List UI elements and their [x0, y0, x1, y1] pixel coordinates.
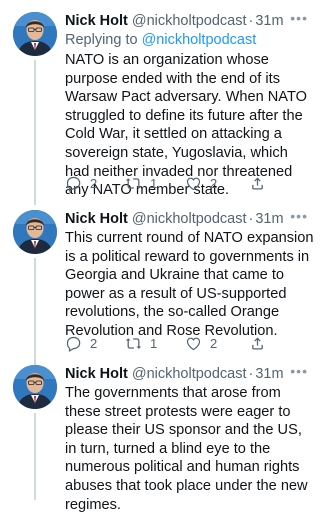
like-button[interactable]: 2	[185, 175, 245, 192]
action-bar: 2 1 2	[65, 335, 266, 352]
share-icon	[249, 335, 266, 352]
timestamp[interactable]: 31m	[255, 12, 283, 30]
retweet-icon	[125, 335, 142, 352]
timestamp[interactable]: 31m	[255, 365, 283, 383]
action-bar: 2 1 2	[65, 175, 266, 192]
heart-icon	[185, 175, 202, 192]
tweet-3[interactable]: Nick Holt @nickholtpodcast · 31m ••• The…	[0, 360, 322, 513]
avatar[interactable]	[13, 12, 57, 56]
retweet-button[interactable]: 1	[125, 335, 185, 352]
more-icon[interactable]: •••	[290, 208, 308, 224]
author-name[interactable]: Nick Holt	[65, 365, 128, 383]
more-icon[interactable]: •••	[290, 363, 308, 379]
retweet-icon	[125, 175, 142, 192]
like-count: 2	[210, 336, 218, 351]
separator-dot: ·	[248, 366, 254, 382]
thread-line	[34, 413, 36, 500]
separator-dot: ·	[248, 13, 254, 29]
author-name[interactable]: Nick Holt	[65, 12, 128, 30]
share-button[interactable]	[249, 175, 266, 192]
reply-count: 2	[90, 176, 98, 191]
reply-icon	[65, 335, 82, 352]
like-count: 2	[210, 176, 218, 191]
author-name[interactable]: Nick Holt	[65, 210, 128, 228]
author-handle[interactable]: @nickholtpodcast	[132, 365, 247, 383]
thread-line	[34, 60, 36, 205]
author-handle[interactable]: @nickholtpodcast	[132, 12, 247, 30]
timestamp[interactable]: 31m	[255, 210, 283, 228]
reply-button[interactable]: 2	[65, 335, 125, 352]
replying-to: Replying to @nickholtpodcast	[65, 31, 314, 50]
replying-prefix: Replying to	[65, 32, 142, 48]
more-icon[interactable]: •••	[290, 10, 308, 26]
retweet-count: 1	[150, 336, 158, 351]
tweet-1[interactable]: Nick Holt @nickholtpodcast · 31m ••• Rep…	[0, 0, 322, 205]
avatar[interactable]	[13, 365, 57, 409]
share-icon	[249, 175, 266, 192]
avatar[interactable]	[13, 210, 57, 254]
reply-button[interactable]: 2	[65, 175, 125, 192]
replying-to-link[interactable]: @nickholtpodcast	[142, 32, 257, 48]
thread-line	[34, 258, 36, 365]
author-handle[interactable]: @nickholtpodcast	[132, 210, 247, 228]
tweet-text: The governments that arose from these st…	[65, 385, 308, 513]
retweet-button[interactable]: 1	[125, 175, 185, 192]
share-button[interactable]	[249, 335, 266, 352]
reply-count: 2	[90, 336, 98, 351]
tweet-2[interactable]: Nick Holt @nickholtpodcast · 31m ••• Thi…	[0, 205, 322, 365]
like-button[interactable]: 2	[185, 335, 245, 352]
separator-dot: ·	[248, 211, 254, 227]
retweet-count: 1	[150, 176, 158, 191]
tweet-text: This current round of NATO expansion is …	[65, 230, 314, 339]
heart-icon	[185, 335, 202, 352]
reply-icon	[65, 175, 82, 192]
